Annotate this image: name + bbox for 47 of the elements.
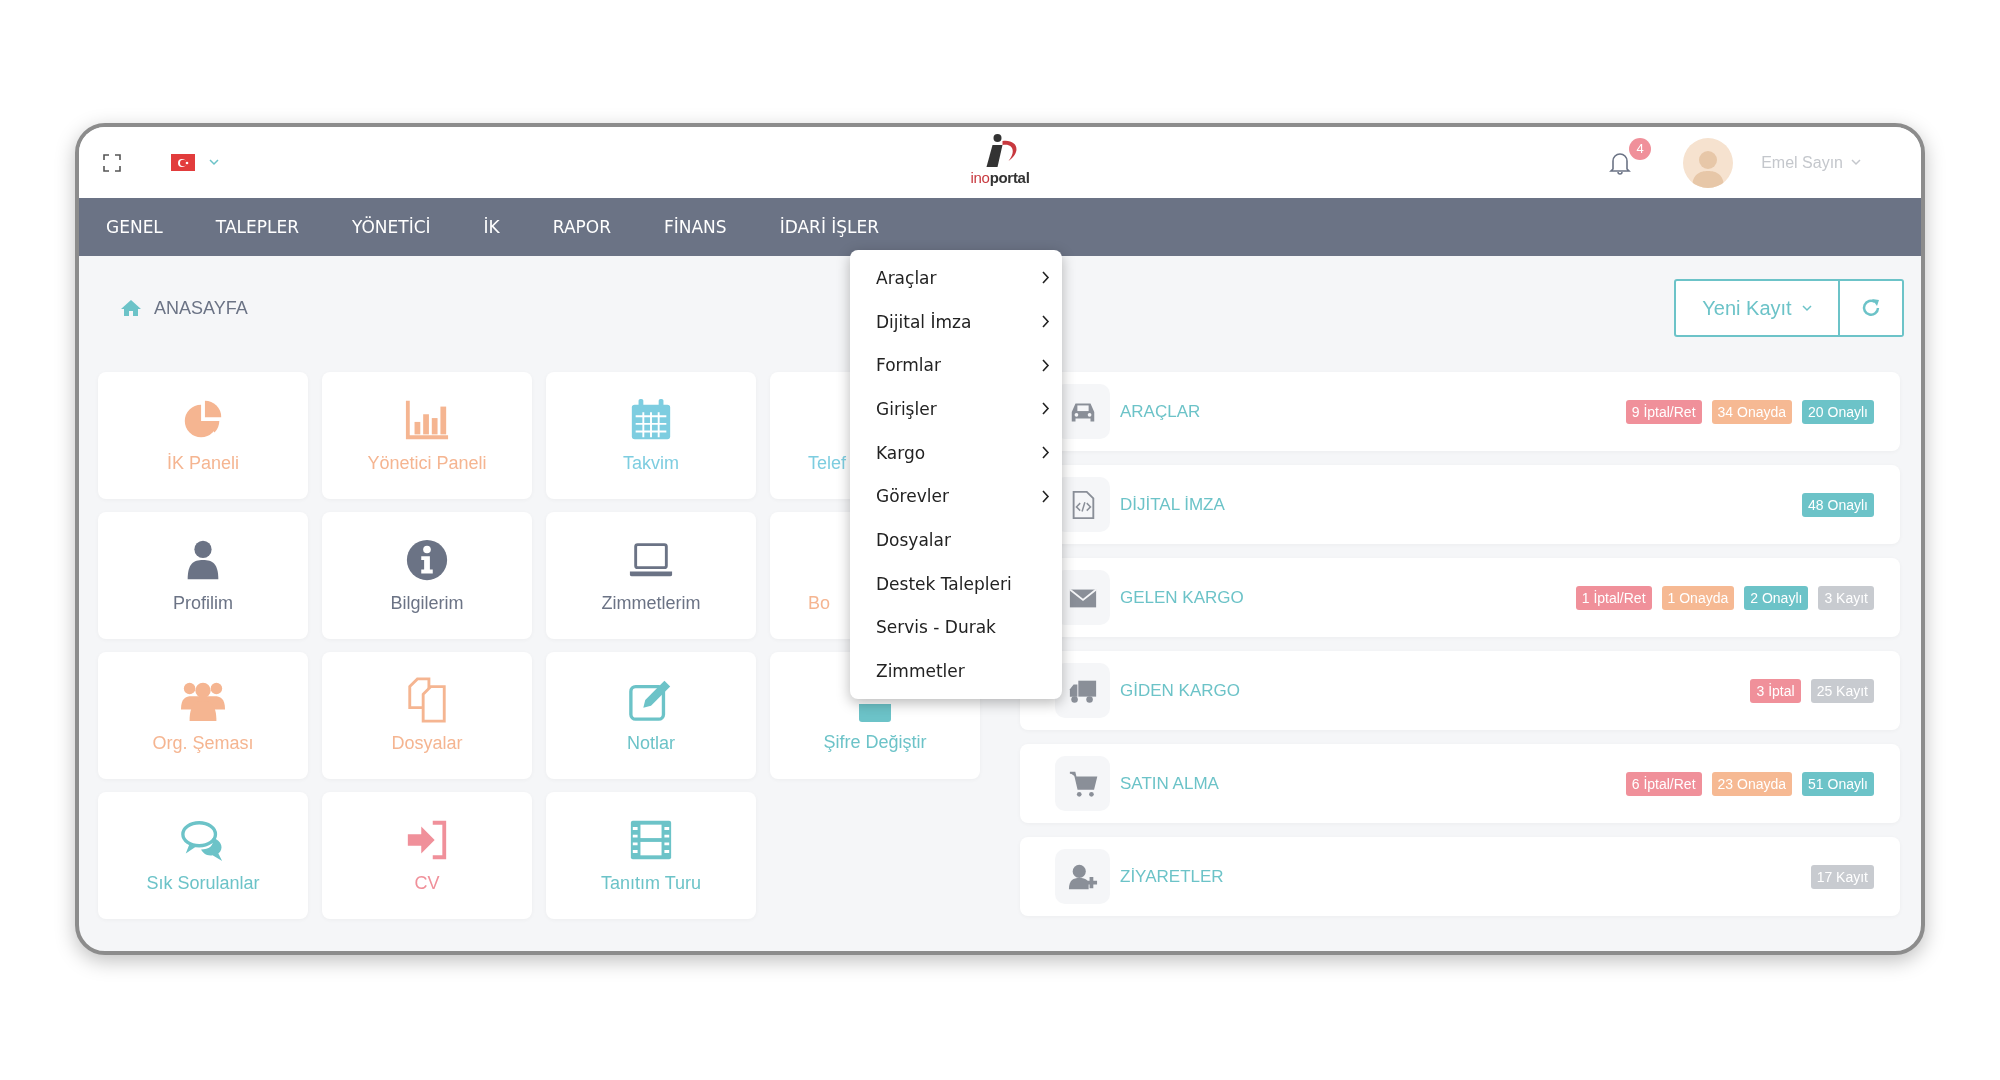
- menu-item[interactable]: Dijital İmza: [850, 299, 1062, 344]
- chevron-right-icon: [1042, 271, 1050, 285]
- status-badge: 2 Onaylı: [1744, 585, 1809, 610]
- nav-item[interactable]: TALEPLER: [215, 217, 300, 237]
- chevron-right-icon: [1042, 358, 1050, 372]
- breadcrumb[interactable]: ANASAYFA: [154, 297, 248, 319]
- logo-text: inoportal: [970, 169, 1030, 186]
- row-title: ZİYARETLER: [1120, 866, 1224, 887]
- nav-item[interactable]: İK: [483, 217, 500, 237]
- status-badge: 23 Onayda: [1711, 771, 1793, 796]
- refresh-icon: [1860, 297, 1882, 319]
- row-title: GİDEN KARGO: [1120, 680, 1240, 701]
- status-badge: 1 İptal/Ret: [1575, 585, 1652, 610]
- chevron-down-icon: [1801, 304, 1812, 312]
- status-badge: 3 İptal: [1750, 678, 1801, 703]
- nav-item[interactable]: RAPOR: [552, 217, 611, 237]
- home-icon[interactable]: [120, 299, 142, 317]
- status-badge: 34 Onayda: [1711, 399, 1793, 424]
- menu-tile[interactable]: Zimmetlerim: [546, 512, 756, 639]
- chevron-right-icon: [1042, 446, 1050, 460]
- menu-item[interactable]: Araçlar: [850, 256, 1062, 300]
- status-badge: 51 Onaylı: [1802, 771, 1874, 796]
- flag-icon[interactable]: [171, 154, 195, 171]
- status-badge: 48 Onaylı: [1802, 492, 1874, 517]
- chevron-right-icon: [1042, 315, 1050, 329]
- status-badge: 6 İptal/Ret: [1625, 771, 1702, 796]
- status-badge: 1 Onayda: [1661, 585, 1735, 610]
- row-title: GELEN KARGO: [1120, 587, 1244, 608]
- chevron-right-icon: [1042, 489, 1050, 503]
- chevron-down-icon[interactable]: [209, 159, 219, 166]
- nav-item[interactable]: FİNANS: [664, 217, 727, 237]
- row-title: DİJİTAL İMZA: [1120, 494, 1225, 515]
- notification-badge: 4: [1629, 137, 1652, 160]
- menu-tile[interactable]: Profilim: [98, 512, 308, 639]
- status-badge: 20 Onaylı: [1802, 399, 1874, 424]
- nav-item[interactable]: İDARİ İŞLER: [779, 217, 880, 237]
- status-badge: 9 İptal/Ret: [1625, 399, 1702, 424]
- fullscreen-icon[interactable]: [103, 153, 121, 172]
- chevron-down-icon: [1851, 159, 1861, 166]
- chevron-right-icon: [1042, 402, 1050, 416]
- nav-item[interactable]: GENEL: [106, 217, 163, 237]
- row-title: SATIN ALMA: [1120, 773, 1219, 794]
- info-icon: [404, 537, 450, 583]
- nav-item[interactable]: YÖNETİCİ: [352, 217, 431, 237]
- menu-tile[interactable]: Bilgilerim: [322, 512, 532, 639]
- refresh-button[interactable]: [1840, 279, 1904, 337]
- row-title: ARAÇLAR: [1120, 401, 1201, 422]
